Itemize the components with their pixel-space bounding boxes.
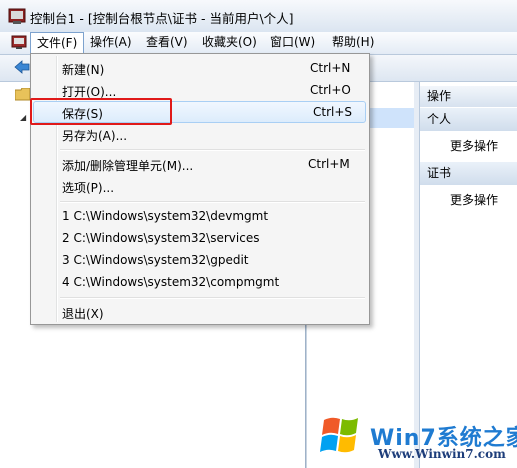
menu-item-recent-4[interactable]: 4 C:\Windows\system32\compmgmt	[62, 275, 279, 289]
menu-action[interactable]: 操作(A)	[84, 32, 138, 53]
menu-separator	[60, 149, 365, 151]
mmc-app-icon[interactable]	[8, 7, 26, 25]
window-title: 控制台1 - [控制台根节点\证书 - 当前用户\个人]	[30, 11, 294, 26]
tree-expand-icon[interactable]: ◢	[20, 113, 26, 122]
menu-view[interactable]: 查看(V)	[140, 32, 194, 53]
shortcut-add-remove: Ctrl+M	[308, 157, 350, 171]
menu-item-recent-2[interactable]: 2 C:\Windows\system32\services	[62, 231, 259, 245]
shortcut-save: Ctrl+S	[313, 105, 353, 119]
menu-item-recent-3[interactable]: 3 C:\Windows\system32\gpedit	[62, 253, 249, 267]
back-arrow-icon[interactable]	[14, 59, 30, 75]
windows-logo-icon	[320, 417, 358, 453]
actions-section-certificates[interactable]: 证书	[420, 162, 517, 185]
menu-item-recent-1[interactable]: 1 C:\Windows\system32\devmgmt	[62, 209, 268, 223]
watermark-url: Www.Winwin7.com	[378, 447, 506, 461]
menu-window[interactable]: 窗口(W)	[264, 32, 321, 53]
menu-item-new[interactable]: 新建(N)	[62, 61, 104, 78]
shortcut-new: Ctrl+N	[310, 61, 351, 75]
more-actions-link-certificates[interactable]: 更多操作	[450, 191, 498, 208]
console-menu-icon[interactable]	[11, 35, 27, 50]
menu-item-exit[interactable]: 退出(X)	[62, 305, 104, 322]
more-actions-link-personal[interactable]: 更多操作	[450, 137, 498, 154]
menu-item-save-as[interactable]: 另存为(A)...	[62, 127, 127, 144]
menu-help[interactable]: 帮助(H)	[326, 32, 380, 53]
folder-icon[interactable]	[15, 88, 31, 101]
save-annotation-highlight	[30, 98, 172, 125]
menu-separator	[60, 297, 365, 299]
menu-item-options[interactable]: 选项(P)...	[62, 179, 114, 196]
menu-gutter-divider	[56, 56, 58, 322]
menu-item-add-remove-snapin[interactable]: 添加/删除管理单元(M)...	[62, 157, 193, 174]
actions-pane-header: 操作	[420, 86, 517, 107]
shortcut-open: Ctrl+O	[310, 83, 351, 97]
menu-file[interactable]: 文件(F)	[30, 32, 85, 54]
menu-favorites[interactable]: 收藏夹(O)	[196, 32, 263, 53]
menu-separator	[60, 201, 365, 203]
actions-section-personal[interactable]: 个人	[420, 108, 517, 131]
